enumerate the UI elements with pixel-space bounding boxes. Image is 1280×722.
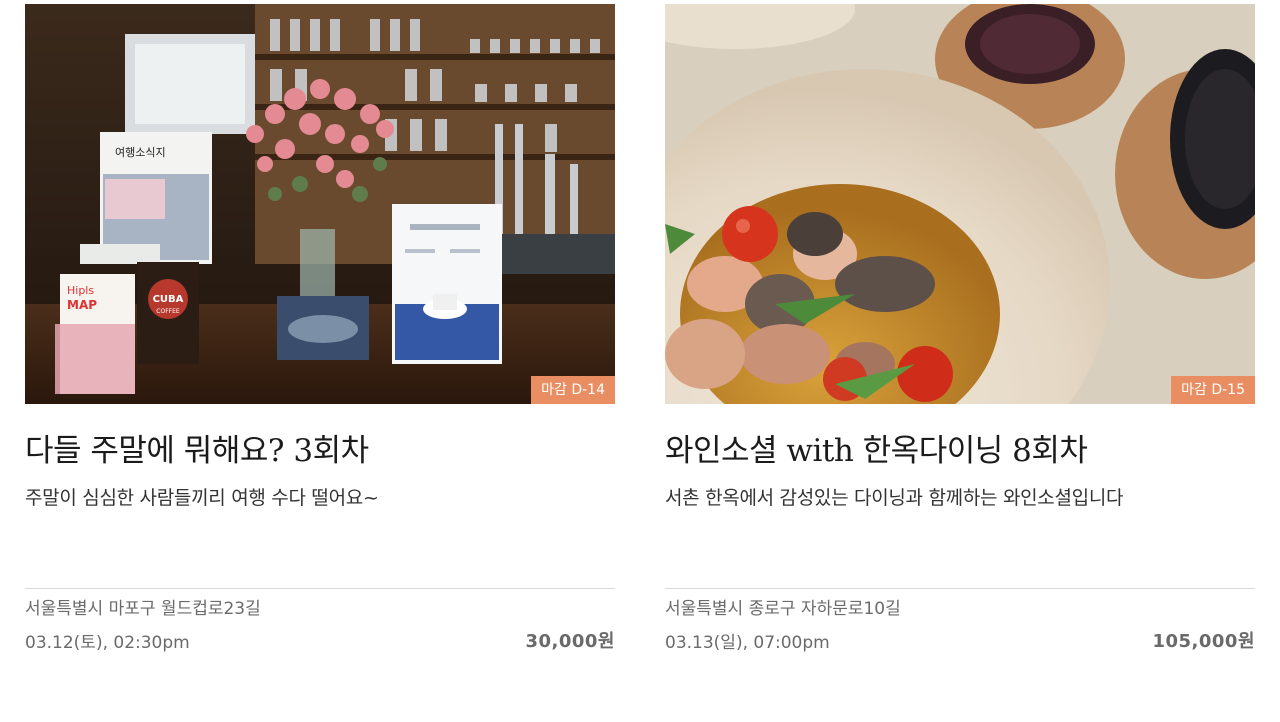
event-datetime: 03.13(일), 07:00pm: [665, 633, 830, 653]
event-title[interactable]: 와인소셜 with 한옥다이닝 8회차: [665, 432, 1255, 470]
event-datetime: 03.12(토), 02:30pm: [25, 633, 190, 653]
wine-dining-photo: [665, 4, 1255, 404]
event-card-wine-social[interactable]: 마감 D-15 와인소셜 with 한옥다이닝 8회차 서촌 한옥에서 감성있는…: [665, 4, 1255, 653]
cafe-counter-photo: 여행소식지 Hipls MAP CUBA COFFEE: [25, 4, 615, 404]
coffee-sub-label: COFFEE: [156, 308, 180, 315]
event-card-travel-chat[interactable]: 여행소식지 Hipls MAP CUBA COFFEE 마감 D-14 다들 주…: [25, 4, 615, 653]
event-address: 서울특별시 종로구 자하문로10길: [665, 599, 901, 619]
event-subtitle: 서촌 한옥에서 감성있는 다이닝과 함께하는 와인소셜입니다: [665, 487, 1124, 509]
deadline-badge: 마감 D-15: [1171, 376, 1255, 404]
deadline-badge: 마감 D-14: [531, 376, 615, 404]
event-price: 105,000원: [1152, 631, 1255, 652]
card-divider: [665, 588, 1255, 589]
event-subtitle: 주말이 심심한 사람들끼리 여행 수다 떨어요~: [25, 487, 379, 509]
coffee-label: CUBA: [153, 294, 184, 305]
event-address: 서울특별시 마포구 월드컵로23길: [25, 599, 261, 619]
map-label: MAP: [67, 298, 97, 312]
event-thumbnail[interactable]: 여행소식지 Hipls MAP CUBA COFFEE 마감 D-14: [25, 4, 615, 404]
card-divider: [25, 588, 615, 589]
event-card-grid: 여행소식지 Hipls MAP CUBA COFFEE 마감 D-14 다들 주…: [0, 0, 1280, 722]
event-thumbnail[interactable]: 마감 D-15: [665, 4, 1255, 404]
magazine-title: 여행소식지: [115, 146, 166, 159]
event-title[interactable]: 다들 주말에 뭐해요? 3회차: [25, 432, 615, 470]
map-brand: Hipls: [67, 284, 94, 297]
event-price: 30,000원: [525, 631, 615, 652]
